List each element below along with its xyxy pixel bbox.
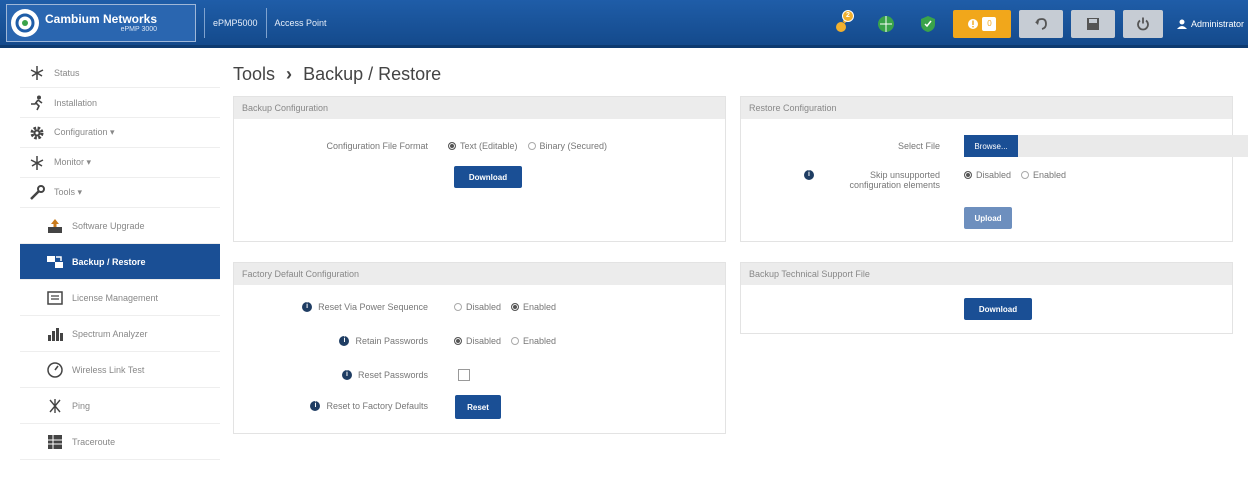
device-model: ePMP 3000 xyxy=(120,25,158,33)
retain-pw-enabled-radio[interactable]: Enabled xyxy=(511,336,556,346)
notifications-button[interactable]: 2 xyxy=(833,10,855,35)
runner-icon xyxy=(28,94,46,112)
reset-power-sequence-label: Reset Via Power Sequence xyxy=(318,302,428,312)
monitor-antenna-icon xyxy=(28,154,46,172)
sidebar-item-status[interactable]: Status xyxy=(20,58,220,88)
gear-icon xyxy=(28,124,46,142)
antenna-icon xyxy=(28,64,46,82)
ping-icon xyxy=(46,397,64,415)
sidebar-item-monitor[interactable]: Monitor ▾ xyxy=(20,148,220,178)
skip-enabled-radio[interactable]: Enabled xyxy=(1021,170,1066,180)
tech-support-download-button[interactable]: Download xyxy=(964,298,1032,320)
shield-icon xyxy=(920,16,935,32)
reset-passwords-checkbox[interactable] xyxy=(458,369,470,381)
backup-download-button[interactable]: Download xyxy=(454,166,522,188)
panel-heading: Factory Default Configuration xyxy=(234,263,725,285)
reset-factory-defaults-label: Reset to Factory Defaults xyxy=(326,401,428,411)
skip-disabled-radio[interactable]: Disabled xyxy=(964,170,1011,180)
undo-icon xyxy=(1034,18,1047,30)
security-status-button[interactable] xyxy=(917,13,939,35)
config-format-label: Configuration File Format xyxy=(326,141,428,151)
traceroute-icon xyxy=(46,433,64,451)
upgrade-icon xyxy=(46,217,64,235)
sidebar-item-software-upgrade[interactable]: Software Upgrade xyxy=(20,208,220,244)
info-icon[interactable]: i xyxy=(804,170,814,180)
top-bar: Cambium Networks ePMP 3000 ePMP5000 Acce… xyxy=(0,0,1248,48)
brand-logo[interactable]: Cambium Networks ePMP 3000 xyxy=(6,3,196,42)
file-picker[interactable]: Browse... xyxy=(964,135,1248,157)
skip-unsupported-label: Skip unsupported configuration elements xyxy=(849,170,940,190)
sidebar-item-configuration[interactable]: Configuration ▾ xyxy=(20,118,220,148)
reboot-button[interactable] xyxy=(1122,10,1163,38)
page-title: Tools › Backup / Restore xyxy=(233,64,442,84)
sidebar-item-ping[interactable]: Ping xyxy=(20,388,220,424)
undo-button[interactable] xyxy=(1018,10,1063,38)
sidebar-nav: Status Installation Configuration ▾ Moni… xyxy=(20,58,220,460)
power-seq-enabled-radio[interactable]: Enabled xyxy=(511,302,556,312)
notification-count-badge: 2 xyxy=(841,10,854,22)
select-file-label: Select File xyxy=(897,141,940,151)
user-icon xyxy=(1176,19,1187,29)
info-icon[interactable]: i xyxy=(339,336,350,346)
retain-passwords-label: Retain Passwords xyxy=(355,336,428,346)
format-text-radio[interactable]: Text (Editable) xyxy=(448,141,518,151)
sidebar-item-traceroute[interactable]: Traceroute xyxy=(20,424,220,460)
alarm-count: 0 xyxy=(982,17,997,31)
sidebar-item-installation[interactable]: Installation xyxy=(20,88,220,118)
panel-heading: Backup Configuration xyxy=(234,97,725,119)
power-icon xyxy=(1137,17,1149,31)
upload-button[interactable]: Upload xyxy=(964,207,1012,229)
user-name: Administrator xyxy=(1190,19,1244,29)
cambium-logo-icon xyxy=(11,8,39,37)
sidebar-item-wireless-link-test[interactable]: Wireless Link Test xyxy=(20,352,220,388)
sidebar-item-spectrum-analyzer[interactable]: Spectrum Analyzer xyxy=(20,316,220,352)
info-icon[interactable]: i xyxy=(341,370,352,380)
sidebar-item-license-management[interactable]: License Management xyxy=(20,280,220,316)
info-icon[interactable]: i xyxy=(310,401,321,411)
globe-icon xyxy=(877,16,894,32)
sidebar-item-backup-restore[interactable]: Backup / Restore xyxy=(20,244,220,280)
alert-icon xyxy=(968,19,979,29)
license-icon xyxy=(46,289,64,307)
alarms-button[interactable]: 0 xyxy=(952,10,1011,38)
gauge-icon xyxy=(46,361,64,379)
panel-heading: Backup Technical Support File xyxy=(741,263,1232,285)
bar-chart-icon xyxy=(46,325,64,343)
browse-button[interactable]: Browse... xyxy=(964,135,1018,157)
backup-icon xyxy=(46,253,64,271)
network-status-button[interactable] xyxy=(875,13,897,35)
save-button[interactable] xyxy=(1070,10,1115,38)
info-icon[interactable]: i xyxy=(302,302,313,312)
user-menu[interactable]: Administrator xyxy=(1176,19,1244,29)
device-name: ePMP5000 xyxy=(213,17,258,28)
reset-factory-button[interactable]: Reset xyxy=(455,395,501,419)
power-seq-disabled-radio[interactable]: Disabled xyxy=(454,302,501,312)
format-binary-radio[interactable]: Binary (Secured) xyxy=(527,141,607,151)
wrench-icon xyxy=(28,184,46,202)
panel-heading: Restore Configuration xyxy=(741,97,1232,119)
brand-name: Cambium Networks xyxy=(45,11,158,26)
reset-passwords-label: Reset Passwords xyxy=(357,370,428,380)
retain-pw-disabled-radio[interactable]: Disabled xyxy=(454,336,501,346)
device-mode: Access Point xyxy=(274,17,327,28)
save-icon xyxy=(1086,18,1099,30)
sidebar-item-tools[interactable]: Tools ▾ xyxy=(20,178,220,208)
